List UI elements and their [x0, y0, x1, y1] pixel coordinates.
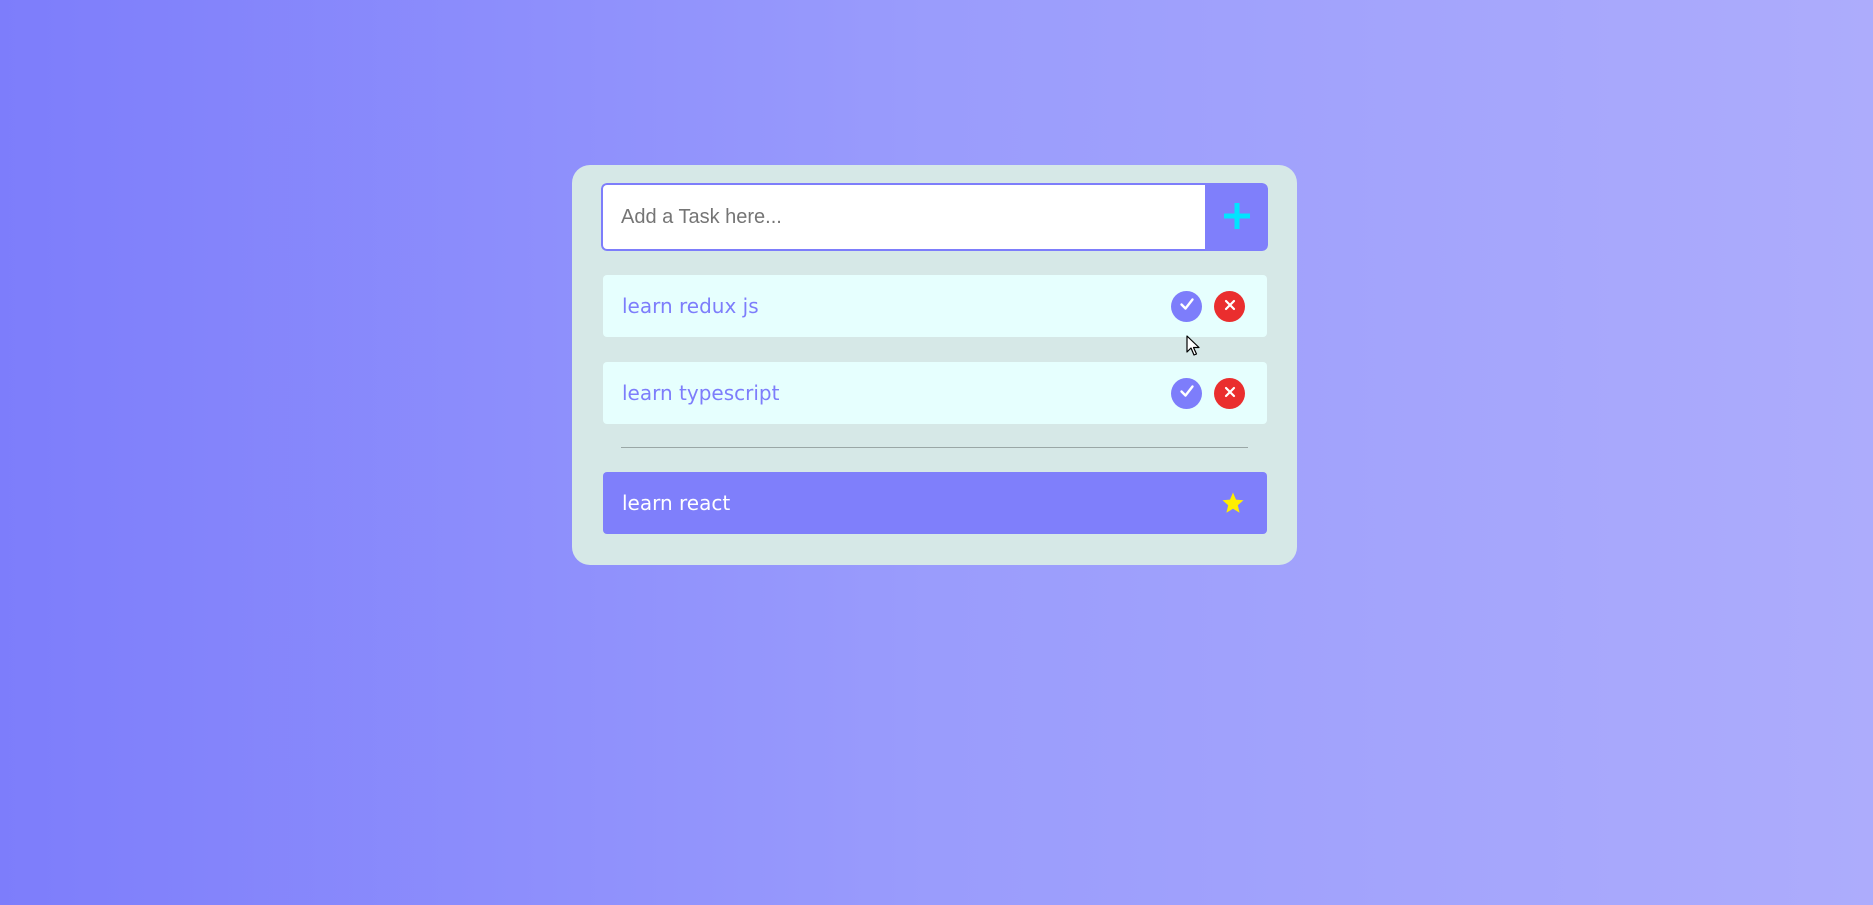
task-item: learn redux js [603, 275, 1267, 337]
check-icon [1179, 296, 1195, 316]
mouse-pointer [1186, 335, 1200, 357]
delete-task-button[interactable] [1214, 290, 1245, 322]
check-icon [1179, 383, 1195, 403]
completed-task-item: learn react [603, 472, 1267, 534]
complete-task-button[interactable] [1171, 377, 1202, 409]
close-icon [1223, 297, 1237, 316]
delete-task-button[interactable] [1214, 377, 1245, 409]
task-label: learn typescript [622, 381, 780, 405]
close-icon [1223, 384, 1237, 403]
plus-icon [1223, 202, 1250, 232]
star-icon [1221, 491, 1245, 515]
todo-card: learn redux js learn typescript [572, 165, 1297, 565]
add-task-form [601, 183, 1268, 251]
completed-task-label: learn react [622, 491, 731, 515]
task-label: learn redux js [622, 294, 759, 318]
add-task-button[interactable] [1205, 183, 1268, 251]
task-input[interactable] [601, 183, 1205, 251]
complete-task-button[interactable] [1171, 290, 1202, 322]
section-divider [621, 447, 1248, 448]
task-item: learn typescript [603, 362, 1267, 424]
